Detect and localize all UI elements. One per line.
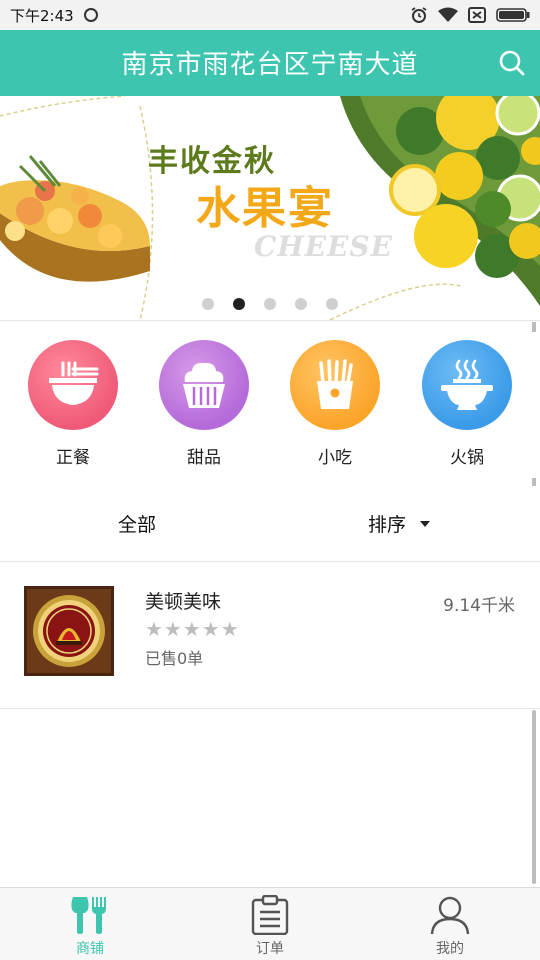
status-time: 下午2:43 — [10, 7, 74, 25]
pagination-dot[interactable] — [326, 298, 338, 310]
battery-icon — [496, 8, 530, 22]
pagination-dot[interactable] — [202, 298, 214, 310]
category-label: 甜品 — [187, 448, 221, 468]
divider — [0, 320, 540, 321]
nav-label: 订单 — [256, 941, 284, 957]
category-icon-bg — [159, 340, 249, 430]
shop-name: 美顿美味 — [145, 591, 222, 613]
category-icon-bg — [290, 340, 380, 430]
shop-logo — [24, 586, 114, 676]
search-icon — [499, 50, 525, 76]
caret-down-icon — [420, 520, 431, 527]
status-icons — [410, 5, 530, 25]
category-tianpin[interactable]: 甜品 — [154, 340, 254, 468]
utensils-icon — [71, 897, 106, 934]
banner-pagination — [0, 298, 540, 312]
sort-label: 排序 — [368, 514, 407, 536]
sold-count: 已售0单 — [145, 649, 204, 668]
pagination-dot[interactable] — [264, 298, 276, 310]
wifi-icon — [438, 7, 458, 22]
scroll-indicator — [532, 322, 536, 332]
promo-banner[interactable]: 丰收金秋 水果宴 CHEESE — [0, 96, 540, 320]
category-icon-bg — [422, 340, 512, 430]
rating-stars: ★★★★★ — [145, 617, 240, 641]
search-button[interactable] — [498, 49, 526, 77]
shop-distance: 9.14千米 — [443, 596, 515, 616]
scrollbar[interactable] — [532, 710, 536, 884]
nav-label: 我的 — [436, 941, 464, 957]
category-label: 小吃 — [318, 448, 352, 468]
banner-subtitle: CHEESE — [254, 230, 393, 263]
fries-icon — [317, 359, 353, 409]
filter-bar: 全部 排序 — [0, 486, 540, 562]
banner-heading: 水果宴 — [196, 183, 334, 234]
category-label: 火锅 — [450, 448, 484, 468]
cupcake-icon — [183, 362, 225, 408]
filter-all-button[interactable]: 全部 — [118, 510, 156, 537]
category-icon-bg — [28, 340, 118, 430]
pagination-dot[interactable] — [295, 298, 307, 310]
alarm-icon — [411, 7, 427, 23]
category-huoguo[interactable]: 火锅 — [417, 340, 517, 468]
location-title[interactable]: 南京市雨花台区宁南大道 — [0, 44, 540, 81]
sim-icon — [468, 7, 486, 23]
sort-dropdown[interactable]: 排序 — [368, 510, 431, 537]
category-grid: 正餐 甜品 小吃 火锅 — [0, 322, 540, 488]
status-bar: 下午2:43 — [0, 0, 540, 30]
bottom-nav: 商铺 订单 我的 — [0, 887, 540, 960]
nav-shops[interactable]: 商铺 — [0, 888, 180, 960]
nav-profile[interactable]: 我的 — [360, 888, 540, 960]
clipboard-icon — [251, 895, 289, 935]
nav-orders[interactable]: 订单 — [180, 888, 360, 960]
category-zhengcan[interactable]: 正餐 — [23, 340, 123, 468]
notification-icon — [84, 8, 98, 22]
shop-list-item[interactable]: 美顿美味 9.14千米 ★★★★★ 已售0单 — [0, 563, 540, 709]
hotpot-icon — [441, 359, 493, 410]
category-xiaochi[interactable]: 小吃 — [285, 340, 385, 468]
user-icon — [430, 896, 470, 935]
rice-bowl-icon — [49, 361, 99, 405]
category-label: 正餐 — [56, 448, 90, 468]
app-bar: 南京市雨花台区宁南大道 — [0, 30, 540, 96]
nav-label: 商铺 — [76, 941, 104, 957]
pagination-dot-active[interactable] — [233, 298, 245, 310]
